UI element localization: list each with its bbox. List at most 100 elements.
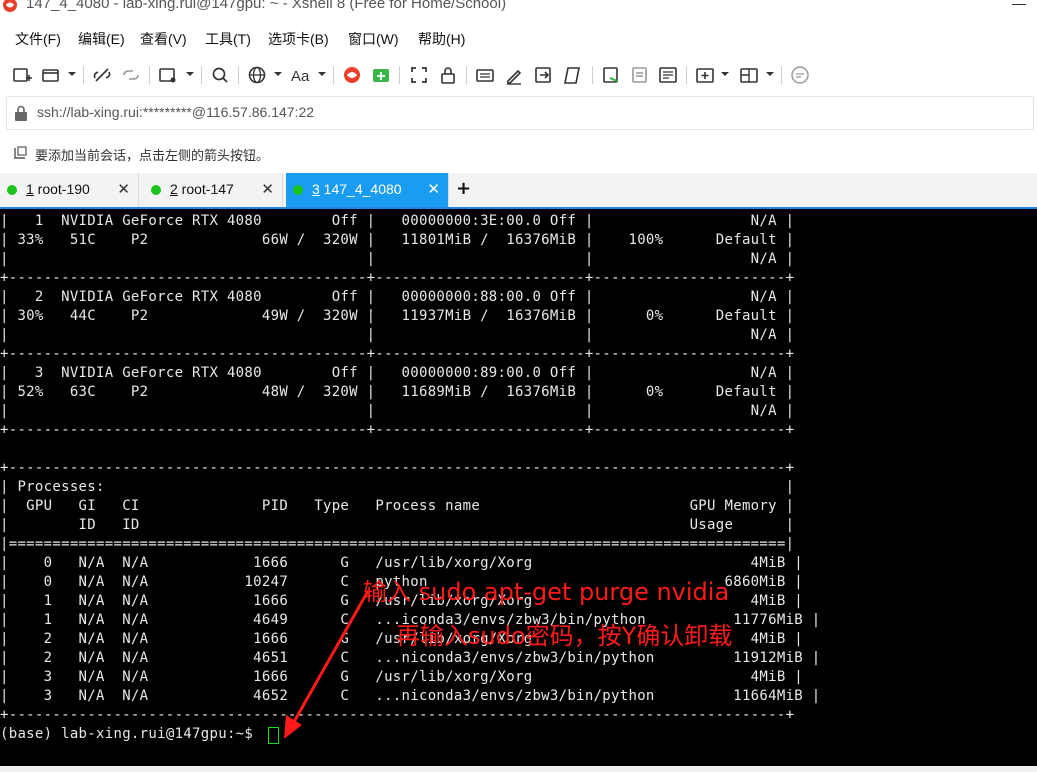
terminal-line: | | | N/A |: [0, 251, 795, 267]
terminal-line: | GPU GI CI PID Type Process name GPU Me…: [0, 498, 795, 514]
log-icon[interactable]: [657, 64, 679, 86]
menu-window[interactable]: 窗口(W): [348, 29, 399, 49]
chat-icon[interactable]: [789, 64, 811, 86]
terminal-line: | ID ID Usage |: [0, 517, 795, 533]
chevron-down-icon[interactable]: [721, 70, 729, 78]
search-icon[interactable]: [209, 64, 231, 86]
tab-root-147[interactable]: 2 root-147 ✕: [144, 173, 283, 207]
terminal-line: | 2 N/A N/A 4651 C ...niconda3/envs/zbw3…: [0, 650, 821, 666]
menu-file[interactable]: 文件(F): [15, 29, 61, 49]
font-icon[interactable]: Aa: [290, 64, 312, 86]
terminal-line: | Processes: |: [0, 479, 795, 495]
toolbar-separator: [149, 66, 150, 84]
open-folder-icon[interactable]: [40, 64, 62, 86]
address-text[interactable]: ssh://lab-xing.rui:*********@116.57.86.1…: [37, 104, 314, 120]
terminal-line: +---------------------------------------…: [0, 460, 795, 476]
terminal-line: | | | N/A |: [0, 327, 795, 343]
menu-bar: 文件(F) 编辑(E) 查看(V) 工具(T) 选项卡(B) 窗口(W) 帮助(…: [0, 26, 1037, 52]
tab-147-4-4080[interactable]: 3 147_4_4080 ✕: [286, 173, 449, 207]
new-window-icon[interactable]: [157, 64, 179, 86]
fullscreen-icon[interactable]: [408, 64, 430, 86]
session-hint-bar: 要添加当前会话，点击左侧的箭头按钮。: [0, 140, 1037, 166]
toolbar-separator: [333, 66, 334, 84]
terminal-line: | | | N/A |: [0, 403, 795, 419]
xshell-logo-icon[interactable]: [341, 64, 363, 86]
address-bar[interactable]: ssh://lab-xing.rui:*********@116.57.86.1…: [6, 96, 1034, 130]
toolbar-separator: [201, 66, 202, 84]
terminal-pane[interactable]: | 1 NVIDIA GeForce RTX 4080 Off | 000000…: [0, 209, 1037, 772]
minimize-icon[interactable]: [1012, 4, 1026, 5]
add-tab-icon[interactable]: +: [456, 178, 471, 199]
menu-tabs[interactable]: 选项卡(B): [268, 29, 329, 49]
keyboard-icon[interactable]: [474, 64, 496, 86]
close-icon[interactable]: ✕: [427, 180, 440, 198]
layout-icon[interactable]: [738, 64, 760, 86]
title-bar: 147_4_4080 - lab-xing.rui@147gpu: ~ - Xs…: [0, 0, 1037, 18]
tab-label: 1 root-190: [26, 181, 90, 197]
close-icon[interactable]: ✕: [261, 180, 274, 198]
toolbar-separator: [399, 66, 400, 84]
tab-root-190[interactable]: 1 root-190 ✕: [0, 173, 139, 207]
terminal-cursor: [268, 727, 279, 744]
xftp-icon[interactable]: [370, 64, 392, 86]
hint-text: 要添加当前会话，点击左侧的箭头按钮。: [35, 149, 270, 164]
terminal-line: | 3 NVIDIA GeForce RTX 4080 Off | 000000…: [0, 365, 795, 381]
xshell-app-icon: [3, 0, 17, 12]
add-session-icon[interactable]: [12, 145, 28, 161]
new-session-icon[interactable]: [11, 64, 33, 86]
terminal-line: |=======================================…: [0, 536, 795, 552]
session-tab-bar: 1 root-190 ✕ 2 root-147 ✕ 3 147_4_4080 ✕…: [0, 173, 1037, 209]
menu-help[interactable]: 帮助(H): [418, 29, 465, 49]
terminal-line: | 33% 51C P2 66W / 320W | 11801MiB / 163…: [0, 232, 795, 248]
reconnect-icon[interactable]: [120, 64, 142, 86]
terminal-line: +---------------------------------------…: [0, 707, 795, 723]
terminal-line: | 1 NVIDIA GeForce RTX 4080 Off | 000000…: [0, 213, 795, 229]
lock-icon[interactable]: [437, 64, 459, 86]
toolbar-separator: [686, 66, 687, 84]
terminal-line: +---------------------------------------…: [0, 346, 795, 362]
globe-icon[interactable]: [246, 64, 268, 86]
tab-label: 3 147_4_4080: [312, 181, 402, 197]
terminal-line: | 2 NVIDIA GeForce RTX 4080 Off | 000000…: [0, 289, 795, 305]
toolbar-separator: [466, 66, 467, 84]
tab-label: 2 root-147: [170, 181, 234, 197]
pen-icon[interactable]: [503, 64, 525, 86]
chevron-down-icon[interactable]: [274, 70, 282, 78]
export-icon[interactable]: [532, 64, 554, 86]
chevron-down-icon[interactable]: [186, 70, 194, 78]
toolbar: Aa: [0, 60, 1037, 90]
annotation-text-1: 输入 sudo apt-get purge nvidia: [363, 578, 730, 606]
status-bar: [0, 766, 1037, 772]
terminal-line: | 3 N/A N/A 4652 C ...niconda3/envs/zbw3…: [0, 688, 821, 704]
chevron-down-icon[interactable]: [68, 70, 76, 78]
compose-icon[interactable]: [600, 64, 622, 86]
window-title: 147_4_4080 - lab-xing.rui@147gpu: ~ - Xs…: [26, 0, 507, 12]
menu-tools[interactable]: 工具(T): [205, 29, 251, 49]
terminal-line: | 52% 63C P2 48W / 320W | 11689MiB / 163…: [0, 384, 795, 400]
chevron-down-icon[interactable]: [318, 70, 326, 78]
script-icon[interactable]: [561, 64, 583, 86]
padlock-icon: [15, 105, 27, 121]
terminal-line: | 30% 44C P2 49W / 320W | 11937MiB / 163…: [0, 308, 795, 324]
toolbar-separator: [592, 66, 593, 84]
status-dot-icon: [7, 185, 17, 195]
terminal-line: | 3 N/A N/A 1666 G /usr/lib/xorg/Xorg 4M…: [0, 669, 804, 685]
svg-text:Aa: Aa: [291, 68, 310, 85]
annotation-text-2: 再输入sudo密码，按Y确认卸载: [396, 622, 733, 650]
compose-bar-icon[interactable]: [629, 64, 651, 86]
close-icon[interactable]: ✕: [117, 180, 130, 198]
toolbar-separator: [781, 66, 782, 84]
terminal-line: (base) lab-xing.rui@147gpu:~$: [0, 726, 262, 742]
menu-view[interactable]: 查看(V): [140, 29, 187, 49]
new-tab-icon[interactable]: [694, 64, 716, 86]
chevron-down-icon[interactable]: [766, 70, 774, 78]
terminal-line: +---------------------------------------…: [0, 270, 795, 286]
terminal-output: | 1 NVIDIA GeForce RTX 4080 Off | 000000…: [0, 212, 821, 744]
terminal-line: | 0 N/A N/A 1666 G /usr/lib/xorg/Xorg 4M…: [0, 555, 804, 571]
toolbar-separator: [83, 66, 84, 84]
annotation-arrow-icon: [284, 590, 370, 739]
menu-edit[interactable]: 编辑(E): [78, 29, 125, 49]
disconnect-icon[interactable]: [91, 64, 113, 86]
toolbar-separator: [238, 66, 239, 84]
status-dot-icon: [151, 185, 161, 195]
